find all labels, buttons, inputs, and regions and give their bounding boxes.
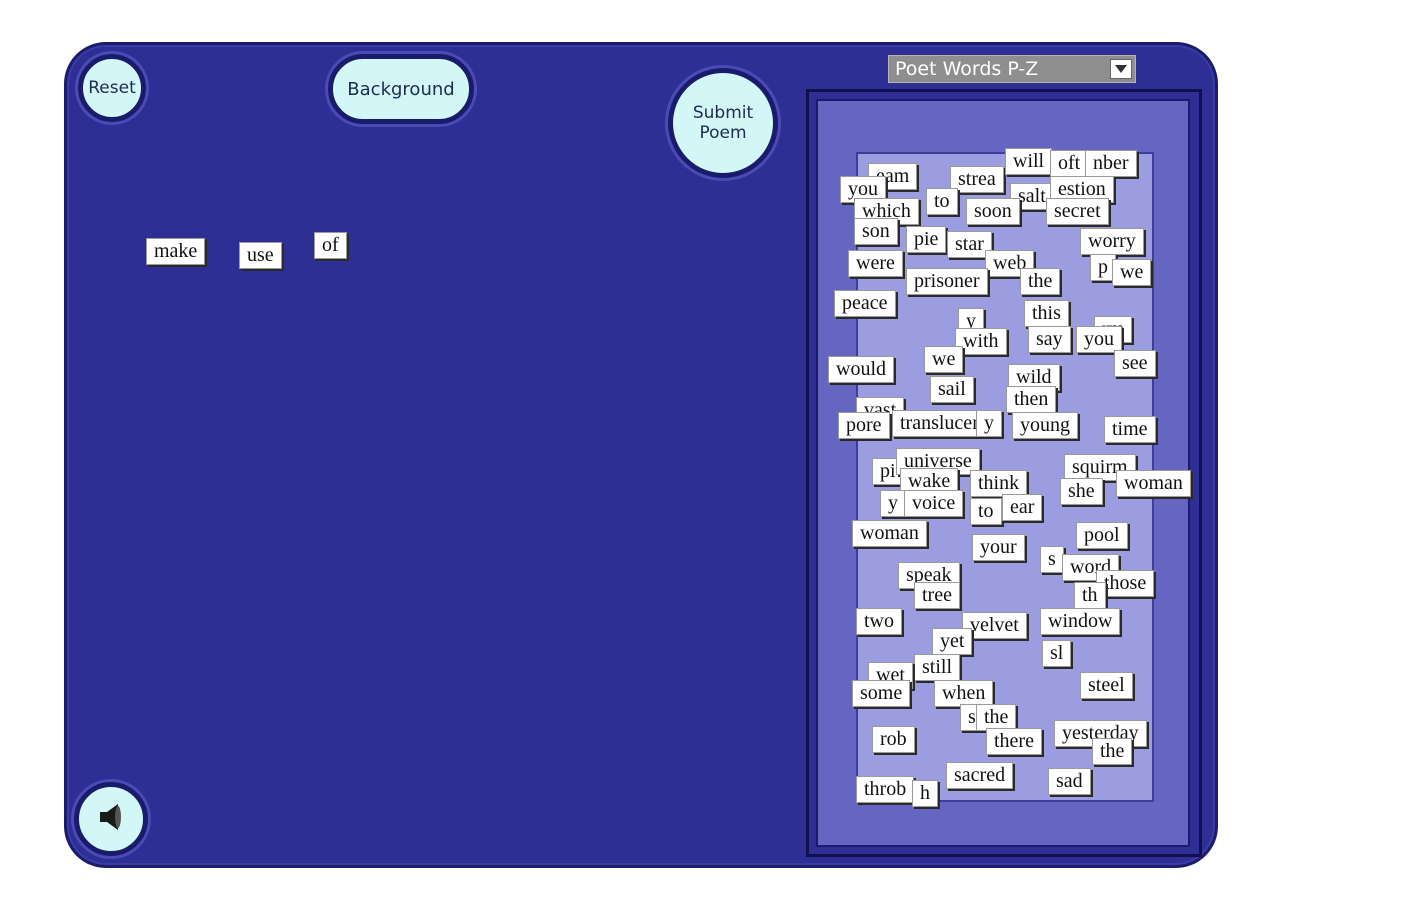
word-tile[interactable]: sacred <box>946 762 1014 789</box>
word-tile[interactable]: voice <box>904 490 964 517</box>
word-tile[interactable]: secret <box>1046 198 1109 225</box>
word-tile[interactable]: sad <box>1048 768 1091 795</box>
word-tile[interactable]: some <box>852 680 911 707</box>
word-tile[interactable]: nber <box>1085 150 1137 177</box>
word-tile[interactable]: oft <box>1050 150 1089 177</box>
speaker-icon <box>94 800 128 838</box>
word-tile[interactable]: pool <box>1076 522 1128 549</box>
word-tile[interactable]: when <box>934 680 994 707</box>
word-tile[interactable]: still <box>914 654 961 681</box>
word-tile[interactable]: young <box>1012 412 1078 439</box>
word-tile[interactable]: will <box>1005 148 1053 175</box>
word-tile[interactable]: use <box>239 242 282 269</box>
word-tile[interactable]: y <box>976 410 1002 437</box>
word-tile[interactable]: were <box>848 250 903 277</box>
background-button[interactable]: Background <box>328 54 474 124</box>
word-tile[interactable]: we <box>924 346 964 373</box>
word-set-dropdown[interactable]: Poet Words P-Z <box>888 55 1136 83</box>
word-tile[interactable]: the <box>1020 268 1061 295</box>
word-tile[interactable]: then <box>1006 386 1057 413</box>
word-tile[interactable]: say <box>1028 326 1071 353</box>
word-tile[interactable]: would <box>828 356 894 383</box>
word-tile[interactable]: yet <box>932 628 973 655</box>
word-tile[interactable]: y <box>880 490 906 517</box>
reset-button[interactable]: Reset <box>78 54 146 122</box>
word-tile[interactable]: window <box>1040 608 1121 635</box>
word-tile[interactable]: she <box>1060 478 1103 505</box>
word-set-selected: Poet Words P-Z <box>895 58 1039 80</box>
word-tile[interactable]: h <box>912 780 938 807</box>
word-tile[interactable]: the <box>1092 738 1133 765</box>
word-tile[interactable]: worry <box>1080 228 1144 255</box>
word-tile[interactable]: son <box>854 218 898 245</box>
word-tile[interactable]: throb <box>856 776 915 803</box>
word-tile[interactable]: pie <box>906 226 947 253</box>
submit-poem-button[interactable]: Submit Poem <box>668 68 778 178</box>
word-tile[interactable]: to <box>926 188 958 215</box>
word-tile[interactable]: th <box>1074 582 1106 609</box>
word-tile[interactable]: ear <box>1002 494 1043 521</box>
word-tile[interactable]: to <box>970 498 1002 525</box>
word-tile[interactable]: think <box>970 470 1028 497</box>
word-tile[interactable]: peace <box>834 290 896 317</box>
word-tile[interactable]: there <box>986 728 1042 755</box>
word-tile[interactable]: you <box>1076 326 1122 353</box>
word-tile[interactable]: s <box>1040 546 1064 573</box>
word-tile[interactable]: steel <box>1080 672 1133 699</box>
word-tile[interactable]: this <box>1024 300 1069 327</box>
word-tile[interactable]: your <box>972 534 1025 561</box>
word-tile[interactable]: tree <box>914 582 960 609</box>
word-tile[interactable]: we <box>1112 259 1152 286</box>
word-tile[interactable]: sl <box>1042 640 1072 667</box>
word-tile[interactable]: the <box>976 704 1017 731</box>
word-tile[interactable]: time <box>1104 416 1156 443</box>
word-tile[interactable]: make <box>146 238 206 265</box>
word-tile[interactable]: strea <box>950 166 1004 193</box>
word-tile[interactable]: two <box>856 608 902 635</box>
word-tile[interactable]: sail <box>930 376 974 403</box>
word-tile[interactable]: of <box>314 232 347 259</box>
word-tile[interactable]: rob <box>872 726 915 753</box>
word-tile[interactable]: soon <box>966 198 1020 225</box>
word-tile[interactable]: pore <box>838 412 890 439</box>
word-tile[interactable]: prisoner <box>906 268 988 295</box>
word-tile[interactable]: woman <box>852 520 927 547</box>
word-tile[interactable]: see <box>1114 350 1156 377</box>
sound-toggle-button[interactable] <box>74 782 148 856</box>
word-tile[interactable]: woman <box>1116 470 1191 497</box>
chevron-down-icon[interactable] <box>1110 59 1132 79</box>
